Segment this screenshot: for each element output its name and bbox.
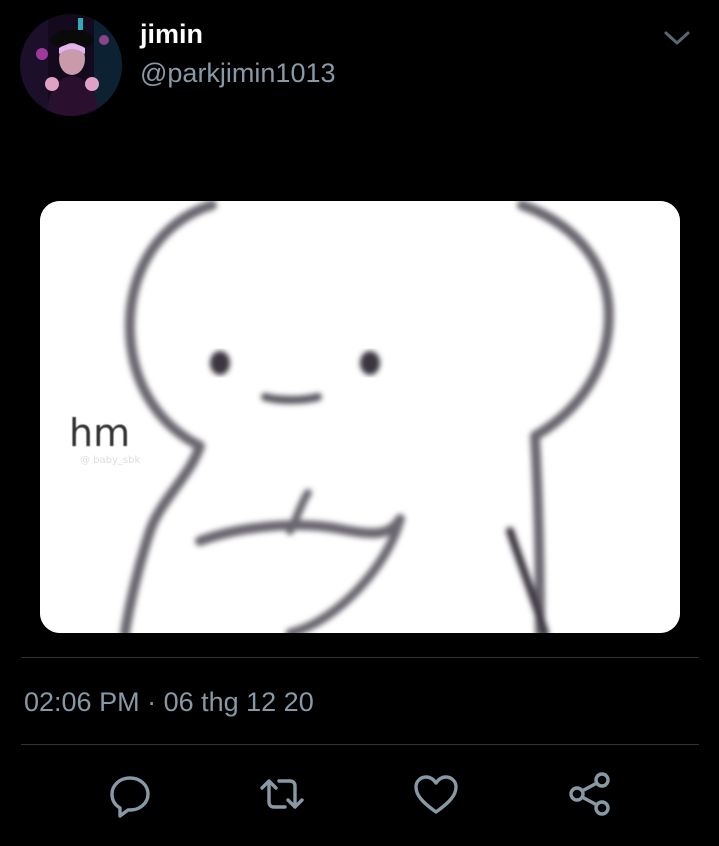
like-button[interactable] (412, 770, 460, 818)
divider (21, 744, 699, 745)
author-handle[interactable]: @parkjimin1013 (140, 57, 336, 89)
retweet-button[interactable] (258, 770, 306, 818)
chevron-down-icon[interactable] (660, 24, 694, 52)
avatar[interactable] (20, 14, 122, 116)
tweet-time: 02:06 PM (24, 687, 140, 717)
share-icon (569, 772, 610, 816)
author-display-name[interactable]: jimin (140, 18, 203, 50)
tweet-media-image[interactable]: @ baby_sbk hm (40, 201, 680, 633)
timestamp-separator: · (139, 687, 164, 717)
reply-button[interactable] (106, 770, 154, 818)
meme-caption: hm (69, 411, 131, 455)
like-icon (414, 775, 458, 814)
divider (21, 657, 699, 658)
share-button[interactable] (566, 770, 614, 818)
svg-text:@ baby_sbk: @ baby_sbk (80, 455, 140, 466)
tweet-timestamp[interactable]: 02:06 PM · 06 thg 12 20 (24, 686, 314, 718)
meme-drawing: @ baby_sbk (40, 201, 680, 633)
tweet-date: 06 thg 12 20 (163, 687, 314, 717)
reply-icon (110, 776, 150, 818)
avatar-image (20, 14, 122, 116)
retweet-icon (260, 779, 304, 809)
